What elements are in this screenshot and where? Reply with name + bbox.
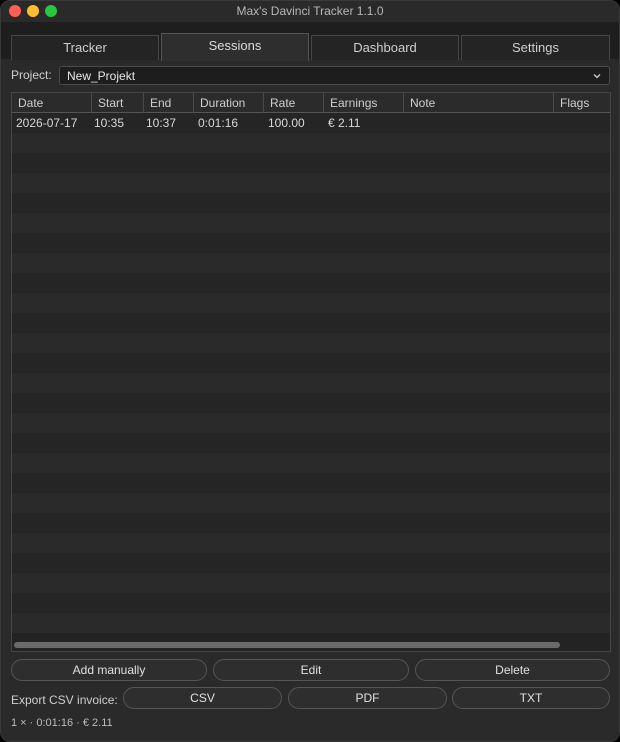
empty-table-row bbox=[12, 133, 610, 153]
table-body: 2026-07-17 10:35 10:37 0:01:16 100.00 € … bbox=[12, 113, 610, 633]
empty-table-row bbox=[12, 193, 610, 213]
empty-table-row bbox=[12, 173, 610, 193]
empty-table-row bbox=[12, 493, 610, 513]
scrollbar-thumb[interactable] bbox=[14, 642, 560, 648]
project-label: Project: bbox=[11, 68, 52, 82]
column-header-end[interactable]: End bbox=[144, 93, 194, 113]
cell-start: 10:35 bbox=[94, 116, 125, 130]
empty-table-row bbox=[12, 453, 610, 473]
project-select-value: New_Projekt bbox=[67, 69, 136, 83]
horizontal-scrollbar[interactable] bbox=[12, 639, 610, 651]
status-summary: 1 × · 0:01:16 · € 2.11 bbox=[11, 717, 113, 729]
cell-flags bbox=[554, 113, 558, 133]
export-pdf-button[interactable]: PDF bbox=[288, 687, 447, 709]
delete-button[interactable]: Delete bbox=[415, 659, 610, 681]
empty-table-row bbox=[12, 433, 610, 453]
empty-table-row bbox=[12, 233, 610, 253]
title-bar[interactable]: Max's Davinci Tracker 1.1.0 bbox=[1, 1, 619, 22]
empty-table-row bbox=[12, 473, 610, 493]
window-title: Max's Davinci Tracker 1.1.0 bbox=[236, 4, 384, 18]
empty-table-row bbox=[12, 213, 610, 233]
cell-note bbox=[404, 113, 408, 133]
empty-table-row bbox=[12, 273, 610, 293]
app-window: Max's Davinci Tracker 1.1.0 Project: New… bbox=[0, 0, 620, 742]
tab-tracker[interactable]: Tracker bbox=[11, 35, 159, 60]
column-header-rate[interactable]: Rate bbox=[264, 93, 324, 113]
column-header-date[interactable]: Date bbox=[12, 93, 92, 113]
empty-table-row bbox=[12, 613, 610, 633]
empty-table-row bbox=[12, 553, 610, 573]
empty-table-row bbox=[12, 533, 610, 553]
empty-table-row bbox=[12, 393, 610, 413]
export-csv-button[interactable]: CSV bbox=[123, 687, 282, 709]
empty-table-row bbox=[12, 253, 610, 273]
empty-table-row bbox=[12, 413, 610, 433]
export-txt-button[interactable]: TXT bbox=[452, 687, 610, 709]
empty-table-row bbox=[12, 513, 610, 533]
cell-duration: 0:01:16 bbox=[198, 116, 239, 130]
cell-earnings: € 2.11 bbox=[328, 116, 361, 130]
cell-rate: 100.00 bbox=[268, 116, 305, 130]
table-header: Date Start End Duration Rate Earnings No… bbox=[12, 93, 610, 113]
empty-table-row bbox=[12, 573, 610, 593]
column-header-duration[interactable]: Duration bbox=[194, 93, 264, 113]
sessions-table: Date Start End Duration Rate Earnings No… bbox=[11, 92, 611, 652]
table-row[interactable]: 2026-07-17 10:35 10:37 0:01:16 100.00 € … bbox=[12, 113, 610, 133]
column-header-earnings[interactable]: Earnings bbox=[324, 93, 404, 113]
empty-table-row bbox=[12, 593, 610, 613]
tab-bar: Tracker Sessions Dashboard Settings bbox=[11, 33, 610, 61]
empty-table-row bbox=[12, 353, 610, 373]
cell-date: 2026-07-17 bbox=[16, 116, 78, 130]
column-header-note[interactable]: Note bbox=[404, 93, 554, 113]
export-label: Export CSV invoice: bbox=[11, 693, 118, 707]
empty-table-row bbox=[12, 153, 610, 173]
add-manually-button[interactable]: Add manually bbox=[11, 659, 207, 681]
tab-sessions[interactable]: Sessions bbox=[161, 33, 309, 61]
chevron-down-icon bbox=[593, 74, 601, 79]
project-select[interactable]: New_Projekt bbox=[59, 66, 610, 85]
cell-end: 10:37 bbox=[146, 116, 177, 130]
tab-settings[interactable]: Settings bbox=[461, 35, 610, 60]
sessions-panel: Project: New_Projekt Date Start End Dura… bbox=[1, 59, 619, 741]
column-header-flags[interactable]: Flags bbox=[554, 93, 610, 113]
edit-button[interactable]: Edit bbox=[213, 659, 409, 681]
empty-table-row bbox=[12, 333, 610, 353]
empty-table-row bbox=[12, 373, 610, 393]
column-header-start[interactable]: Start bbox=[92, 93, 144, 113]
empty-table-row bbox=[12, 293, 610, 313]
empty-table-row bbox=[12, 313, 610, 333]
tab-dashboard[interactable]: Dashboard bbox=[311, 35, 459, 60]
